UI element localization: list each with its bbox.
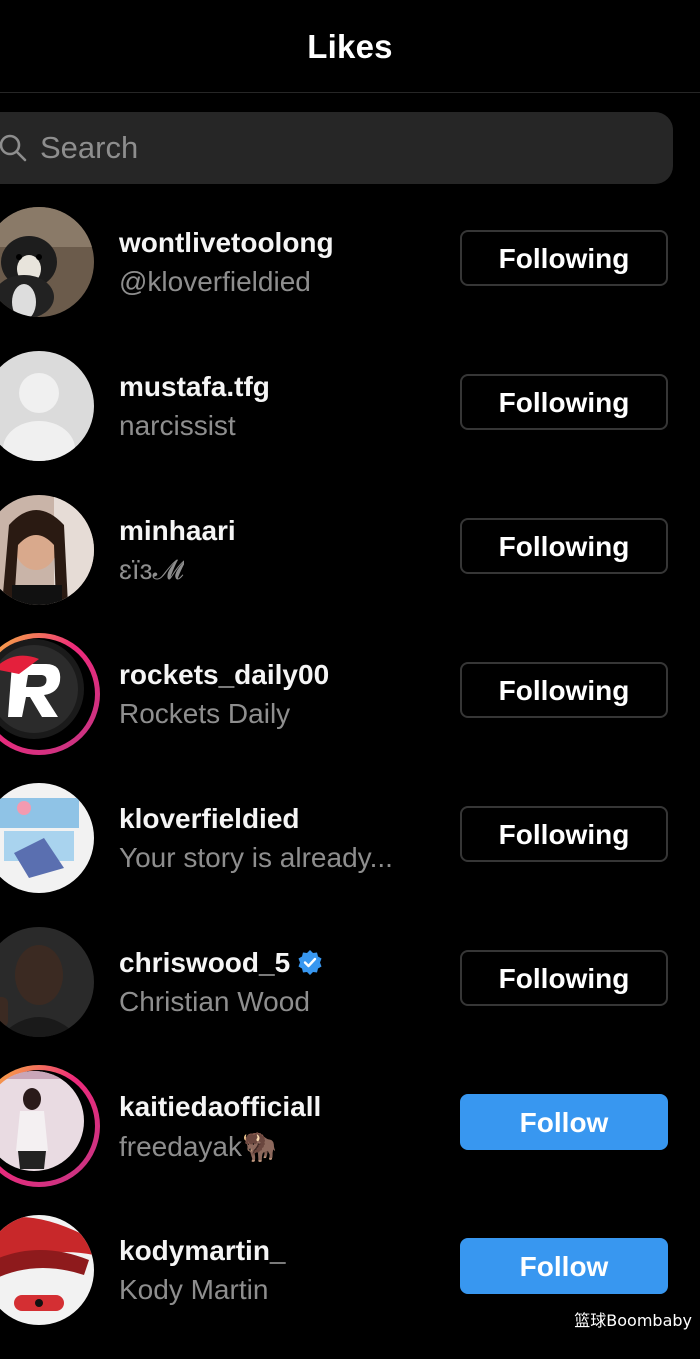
list-item[interactable]: kloverfieldied Your story is already... … — [0, 783, 700, 927]
list-item[interactable]: wontlivetoolong @kloverfieldied Followin… — [0, 207, 700, 351]
follow-button[interactable]: Follow — [460, 1238, 668, 1294]
avatar[interactable] — [0, 783, 94, 893]
username[interactable]: kaitiedaofficiall — [119, 1091, 321, 1123]
avatar[interactable] — [0, 207, 94, 317]
watermark: 篮球Boombaby — [574, 1311, 692, 1330]
user-subtitle: Your story is already... — [119, 842, 393, 873]
username[interactable]: minhaari — [119, 515, 236, 547]
username[interactable]: kloverfieldied — [119, 803, 300, 835]
top-bar: Likes — [0, 0, 700, 93]
avatar[interactable] — [0, 351, 94, 461]
avatar[interactable] — [0, 927, 94, 1037]
following-button[interactable]: Following — [460, 950, 668, 1006]
avatar-story-ring[interactable] — [0, 633, 100, 755]
user-subtitle: @kloverfieldied — [119, 266, 311, 297]
user-subtitle: Christian Wood — [119, 986, 310, 1017]
search-icon — [0, 134, 27, 162]
following-button[interactable]: Following — [460, 374, 668, 430]
following-button[interactable]: Following — [460, 806, 668, 862]
following-button[interactable]: Following — [460, 230, 668, 286]
avatar[interactable] — [0, 1215, 94, 1325]
username[interactable]: chriswood_5 — [119, 947, 324, 979]
following-button[interactable]: Following — [460, 518, 668, 574]
username[interactable]: rockets_daily00 — [119, 659, 329, 691]
username[interactable]: mustafa.tfg — [119, 371, 270, 403]
list-item[interactable]: rockets_daily00 Rockets Daily Following — [0, 633, 700, 783]
follow-button[interactable]: Follow — [460, 1094, 668, 1150]
list-item[interactable]: minhaari ɛïɜ𝓜 Following — [0, 495, 700, 639]
following-button[interactable]: Following — [460, 662, 668, 718]
user-subtitle: Kody Martin — [119, 1274, 269, 1305]
search-bar[interactable] — [0, 112, 673, 184]
user-subtitle: narcissist — [119, 410, 236, 441]
user-subtitle: ɛïɜ𝓜 — [119, 554, 184, 585]
user-subtitle: Rockets Daily — [119, 698, 291, 729]
list-item[interactable]: kaitiedaofficiall freedayak🦬 Follow — [0, 1065, 700, 1215]
page-title: Likes — [307, 28, 393, 65]
user-subtitle: freedayak🦬 — [119, 1131, 277, 1162]
avatar[interactable] — [0, 495, 94, 605]
avatar-story-ring[interactable] — [0, 1065, 100, 1187]
verified-badge-icon — [298, 950, 322, 975]
list-item[interactable]: kodymartin_ Kody Martin Follow — [0, 1215, 700, 1359]
list-item[interactable]: mustafa.tfg narcissist Following — [0, 351, 700, 495]
list-item[interactable]: chriswood_5 Christian Wood Following — [0, 927, 700, 1071]
username[interactable]: wontlivetoolong — [119, 227, 334, 259]
username[interactable]: kodymartin_ — [119, 1235, 286, 1267]
search-input[interactable] — [40, 112, 640, 184]
